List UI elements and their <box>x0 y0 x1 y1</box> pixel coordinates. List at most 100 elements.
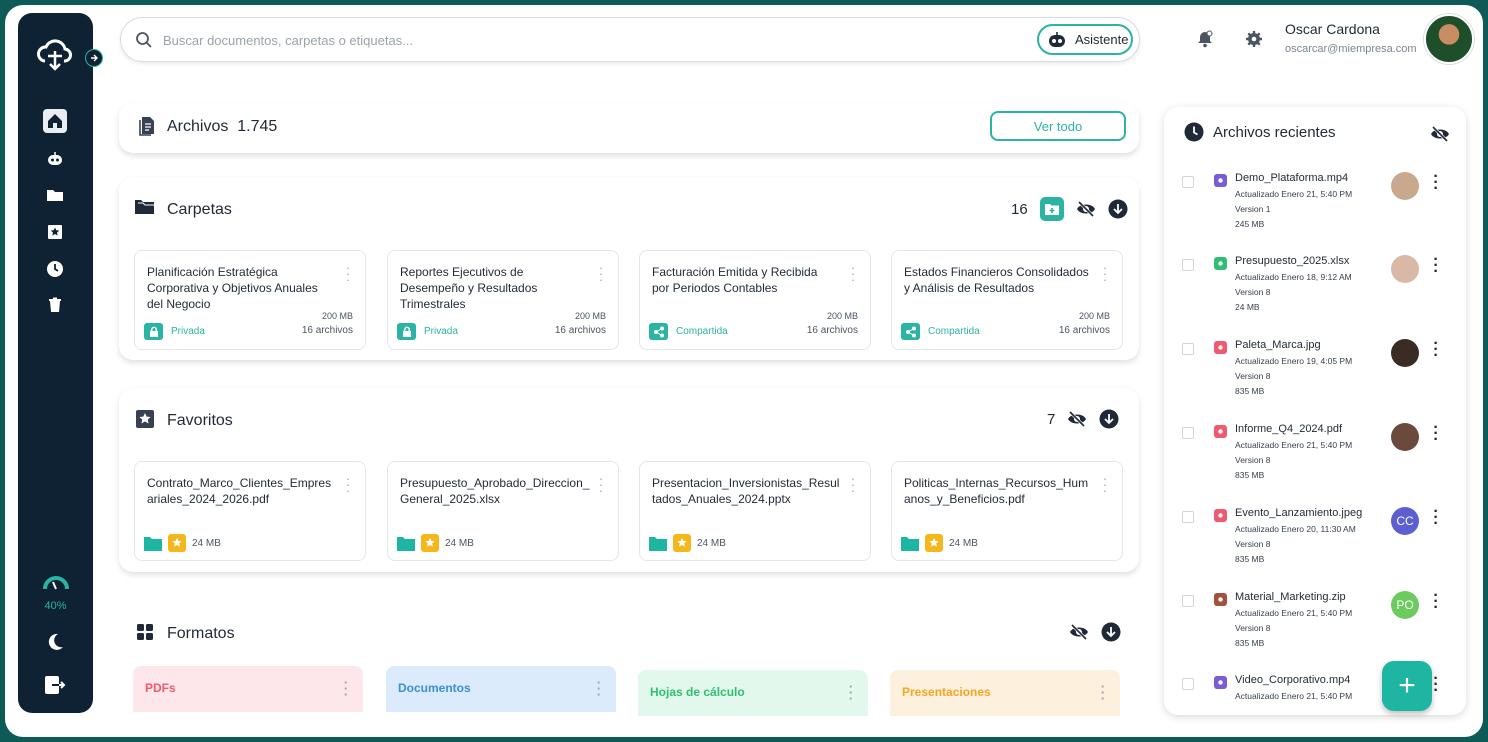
favorite-star-icon[interactable] <box>673 534 691 552</box>
theme-toggle[interactable] <box>43 630 67 654</box>
more-options-icon[interactable]: · · · <box>596 676 602 701</box>
recent-file-row[interactable]: Informe_Q4_2024.pdf Actualizado Enero 21,… <box>1164 420 1466 503</box>
eye-off-icon[interactable] <box>1076 200 1096 218</box>
more-options-icon[interactable]: · · · <box>1433 336 1439 364</box>
notifications-button[interactable] <box>1195 29 1215 49</box>
collapse-sidebar-button[interactable] <box>85 49 103 67</box>
search-icon[interactable] <box>135 31 153 49</box>
favorite-star-icon[interactable] <box>925 534 943 552</box>
file-version: Version 8 <box>1235 623 1271 633</box>
row-checkbox[interactable] <box>1182 678 1194 690</box>
settings-button[interactable] <box>1244 29 1264 49</box>
carpetas-title: Carpetas <box>167 201 232 218</box>
nav-favorites[interactable] <box>43 220 67 244</box>
favorite-card[interactable]: Politicas_Internas_Recursos_Humanos_y_Be… <box>891 461 1123 561</box>
eye-off-icon[interactable] <box>1069 623 1089 641</box>
download-icon[interactable] <box>1099 409 1119 429</box>
nav-folders[interactable] <box>43 183 67 207</box>
new-folder-button[interactable] <box>1039 197 1064 221</box>
recent-file-row[interactable]: Presupuesto_2025.xlsx Actualizado Enero 1… <box>1164 252 1466 335</box>
collaborator-avatar[interactable] <box>1391 423 1419 451</box>
file-name: Presupuesto_2025.xlsx <box>1235 255 1350 267</box>
more-options-icon[interactable]: · · · <box>598 261 604 286</box>
collaborator-avatar[interactable] <box>1391 255 1419 283</box>
download-icon[interactable] <box>1108 199 1128 219</box>
row-checkbox[interactable] <box>1182 427 1194 439</box>
app-window: 40% Asistente Oscar Cardona oscarcar@mie… <box>5 5 1483 737</box>
more-options-icon[interactable]: · · · <box>1433 252 1439 280</box>
more-options-icon[interactable]: · · · <box>1433 420 1439 448</box>
more-options-icon[interactable]: · · · <box>343 676 349 701</box>
more-options-icon[interactable]: · · · <box>850 472 856 497</box>
gear-icon <box>1246 31 1262 47</box>
cloud-logo-icon[interactable] <box>35 37 75 73</box>
format-label: Presentaciones <box>902 685 991 699</box>
row-checkbox[interactable] <box>1182 343 1194 355</box>
format-tile-hojas[interactable]: Hojas de cálculo · · · <box>638 670 868 716</box>
file-name: Informe_Q4_2024.pdf <box>1235 423 1343 435</box>
more-options-icon[interactable]: · · · <box>1102 472 1108 497</box>
file-name: Paleta_Marca.jpg <box>1235 339 1321 351</box>
logout-button[interactable] <box>43 673 67 697</box>
format-tile-presentaciones[interactable]: Presentaciones · · · <box>890 670 1120 716</box>
more-options-icon[interactable]: · · · <box>1433 671 1439 699</box>
recent-file-row[interactable]: Demo_Plataforma.mp4 Actualizado Enero 21,… <box>1164 169 1466 252</box>
collaborator-avatar[interactable] <box>1391 172 1419 200</box>
favorite-card[interactable]: Contrato_Marco_Clientes_Empresariales_20… <box>134 461 366 561</box>
add-new-button[interactable]: + <box>1382 661 1432 711</box>
favorite-card[interactable]: Presupuesto_Aprobado_Direccion_General_2… <box>387 461 619 561</box>
carpetas-section: Carpetas 16 Planificación Estratégica Co… <box>119 177 1139 360</box>
more-options-icon[interactable]: · · · <box>1100 680 1106 705</box>
favorite-star-icon[interactable] <box>168 534 186 552</box>
file-name: Material_Marketing.zip <box>1235 591 1346 603</box>
more-options-icon[interactable]: · · · <box>1102 261 1108 286</box>
more-options-icon[interactable]: · · · <box>598 472 604 497</box>
file-type-icon <box>1214 174 1227 187</box>
folder-card[interactable]: Planificación Estratégica Corporativa y … <box>134 250 366 350</box>
nav-recent[interactable] <box>43 257 67 281</box>
nav-home[interactable] <box>43 109 67 133</box>
search-input[interactable] <box>163 29 1023 51</box>
eye-off-icon[interactable] <box>1430 125 1450 143</box>
format-tile-documentos[interactable]: Documentos · · · <box>386 666 616 712</box>
format-tile-pdfs[interactable]: PDFs · · · <box>133 666 363 712</box>
more-options-icon[interactable]: · · · <box>345 261 351 286</box>
user-avatar[interactable] <box>1424 14 1474 64</box>
folder-card[interactable]: Facturación Emitida y Recibida por Perio… <box>639 250 871 350</box>
more-options-icon[interactable]: · · · <box>1433 169 1439 197</box>
more-options-icon[interactable]: · · · <box>1433 588 1439 616</box>
row-checkbox[interactable] <box>1182 176 1194 188</box>
folder-card[interactable]: Estados Financieros Consolidados y Análi… <box>891 250 1123 350</box>
eye-off-icon[interactable] <box>1067 410 1087 428</box>
more-options-icon[interactable]: · · · <box>345 472 351 497</box>
view-all-button[interactable]: Ver todo <box>990 111 1126 141</box>
download-icon[interactable] <box>1101 622 1121 642</box>
storage-indicator[interactable]: 40% <box>18 571 93 612</box>
folder-file-count: 16 archivos <box>301 325 353 336</box>
nav-trash[interactable] <box>43 293 67 317</box>
file-version: Version 1 <box>1235 204 1271 214</box>
file-size: 835 MB <box>1235 554 1265 564</box>
favorite-star-icon[interactable] <box>421 534 439 552</box>
more-options-icon[interactable]: · · · <box>850 261 856 286</box>
folder-card[interactable]: Reportes Ejecutivos de Desempeño y Resul… <box>387 250 619 350</box>
folder-plus-icon <box>1044 204 1059 215</box>
collaborator-avatar[interactable] <box>1391 339 1419 367</box>
folder-icon <box>649 536 667 551</box>
favorite-card[interactable]: Presentacion_Inversionistas_Resultados_A… <box>639 461 871 561</box>
collaborator-avatar[interactable]: PO <box>1391 591 1419 619</box>
row-checkbox[interactable] <box>1182 511 1194 523</box>
format-label: Hojas de cálculo <box>650 685 745 699</box>
assistant-button[interactable]: Asistente <box>1037 24 1133 55</box>
folder-size: 200 MB <box>1078 311 1110 321</box>
file-size: 835 MB <box>1235 386 1265 396</box>
collaborator-avatar[interactable]: CC <box>1391 507 1419 535</box>
nav-assistant[interactable] <box>43 147 67 171</box>
more-options-icon[interactable]: · · · <box>1433 504 1439 532</box>
row-checkbox[interactable] <box>1182 595 1194 607</box>
recent-file-row[interactable]: Evento_Lanzamiento.jpeg Actualizado Enero… <box>1164 504 1466 587</box>
recent-file-row[interactable]: Paleta_Marca.jpg Actualizado Enero 19, 4:… <box>1164 336 1466 419</box>
recent-file-row[interactable]: Material_Marketing.zip Actualizado Enero … <box>1164 588 1466 671</box>
more-options-icon[interactable]: · · · <box>848 680 854 705</box>
row-checkbox[interactable] <box>1182 259 1194 271</box>
